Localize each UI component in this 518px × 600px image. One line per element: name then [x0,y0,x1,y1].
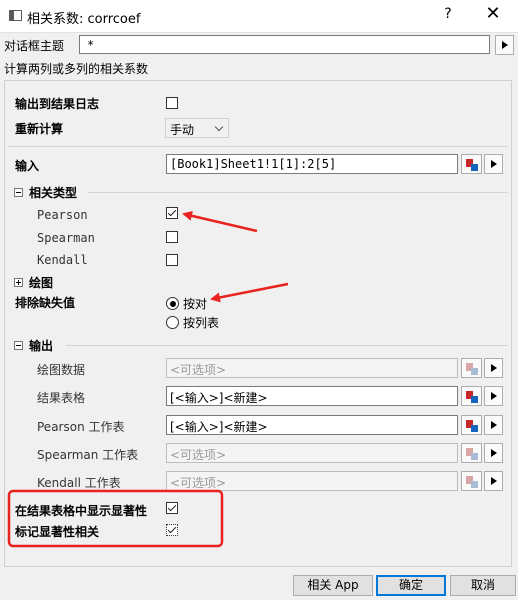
ok-button[interactable]: 确定 [376,575,446,596]
annotation-arrow-icon [210,282,289,303]
app-button[interactable]: 相关 App [293,575,373,596]
annotation-arrow-icon [182,210,258,233]
cancel-button[interactable]: 取消 [450,575,516,596]
annotation-box [7,489,224,548]
annotation-overlay [7,210,289,548]
